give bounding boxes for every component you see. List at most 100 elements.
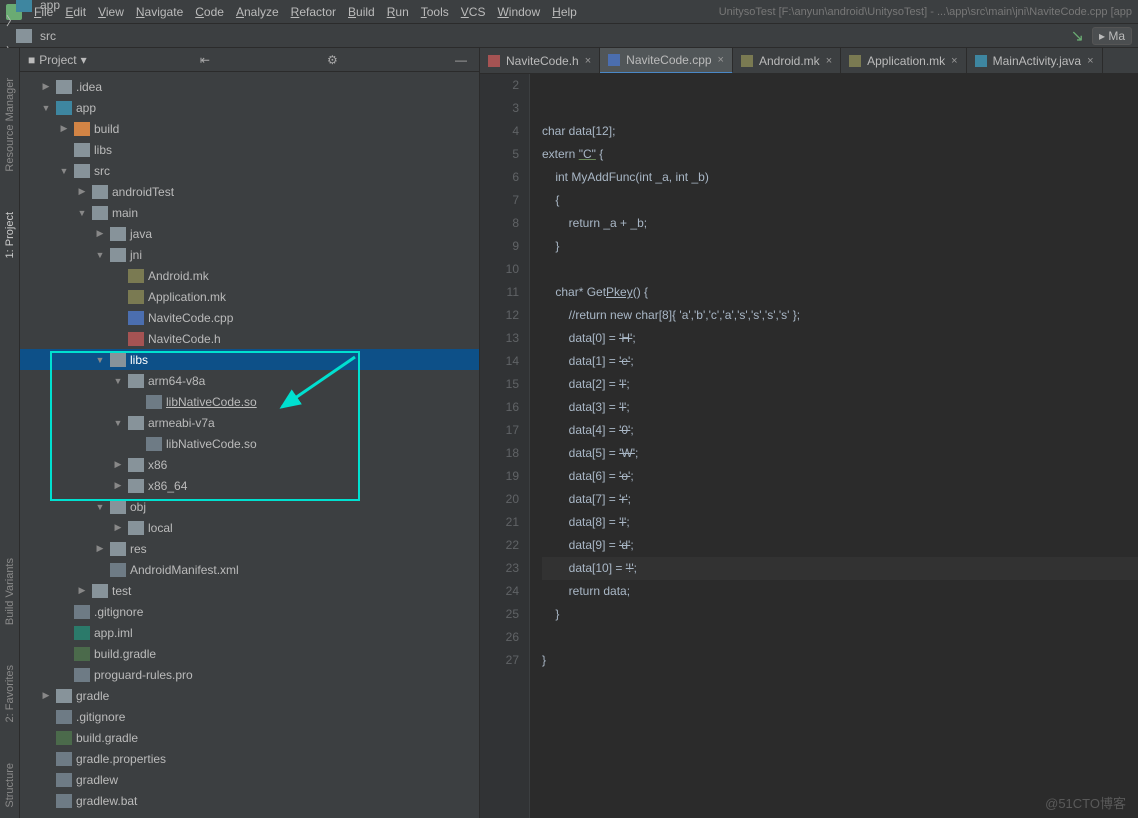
tree-node-x86-64[interactable]: x86_64 [20, 475, 479, 496]
code-line[interactable]: } [542, 235, 1138, 258]
tree-node-libnativecode-so[interactable]: libNativeCode.so [20, 433, 479, 454]
tree-arrow-icon[interactable] [112, 376, 124, 386]
tree-arrow-icon[interactable] [94, 250, 106, 260]
tree-node-res[interactable]: res [20, 538, 479, 559]
close-icon[interactable]: × [951, 55, 957, 67]
menu-vcs[interactable]: VCS [455, 3, 492, 21]
close-icon[interactable]: × [826, 55, 832, 67]
tool-build-variants[interactable]: Build Variants [4, 558, 16, 625]
tree-arrow-icon[interactable] [112, 418, 124, 428]
tool-structure[interactable]: Structure [4, 763, 16, 808]
run-icon[interactable]: ↘ [1063, 26, 1092, 46]
tree-node-navitecode-cpp[interactable]: NaviteCode.cpp [20, 307, 479, 328]
tree-node-libs[interactable]: libs [20, 139, 479, 160]
tree-node-app-iml[interactable]: app.iml [20, 622, 479, 643]
code-line[interactable]: data[3] = 'l'; [542, 396, 1138, 419]
code-line[interactable]: int MyAddFunc(int _a, int _b) [542, 166, 1138, 189]
tab-navitecode-cpp[interactable]: NaviteCode.cpp× [600, 48, 733, 74]
code-line[interactable] [542, 258, 1138, 281]
crumb-src[interactable]: src [6, 29, 108, 43]
code-line[interactable]: data[9] = 'd'; [542, 534, 1138, 557]
menu-tools[interactable]: Tools [415, 3, 455, 21]
menu-code[interactable]: Code [189, 3, 230, 21]
tab-android-mk[interactable]: Android.mk× [733, 48, 841, 74]
tree-node-app[interactable]: app [20, 97, 479, 118]
code-line[interactable]: data[6] = 'o'; [542, 465, 1138, 488]
tree-arrow-icon[interactable] [58, 123, 70, 134]
tree-node--gitignore[interactable]: .gitignore [20, 706, 479, 727]
tree-arrow-icon[interactable] [112, 480, 124, 491]
tool-favorites[interactable]: 2: Favorites [4, 665, 16, 722]
project-panel-title[interactable]: ■ Project ▾ [28, 53, 87, 67]
tree-node-obj[interactable]: obj [20, 496, 479, 517]
tree-node-libnativecode-so[interactable]: libNativeCode.so [20, 391, 479, 412]
menu-navigate[interactable]: Navigate [130, 3, 189, 21]
crumb-app[interactable]: app [6, 0, 108, 12]
tree-arrow-icon[interactable] [112, 522, 124, 533]
tree-arrow-icon[interactable] [94, 355, 106, 365]
tree-node-build-gradle[interactable]: build.gradle [20, 643, 479, 664]
menu-analyze[interactable]: Analyze [230, 3, 285, 21]
code-line[interactable]: return data; [542, 580, 1138, 603]
code-line[interactable]: data[1] = 'e'; [542, 350, 1138, 373]
tree-arrow-icon[interactable] [94, 543, 106, 554]
tree-node-test[interactable]: test [20, 580, 479, 601]
code-line[interactable]: char data[12]; [542, 120, 1138, 143]
code-line[interactable] [542, 626, 1138, 649]
tree-arrow-icon[interactable] [40, 690, 52, 701]
tree-node-androidmanifest-xml[interactable]: AndroidManifest.xml [20, 559, 479, 580]
menu-run[interactable]: Run [381, 3, 415, 21]
tree-node-libs[interactable]: libs [20, 349, 479, 370]
tree-node-armeabi-v7a[interactable]: armeabi-v7a [20, 412, 479, 433]
tree-arrow-icon[interactable] [58, 166, 70, 176]
tree-node-proguard-rules-pro[interactable]: proguard-rules.pro [20, 664, 479, 685]
tree-arrow-icon[interactable] [94, 228, 106, 239]
code-body[interactable]: char data[12];extern "C" { int MyAddFunc… [530, 74, 1138, 818]
run-config-button[interactable]: ▸ Ma [1092, 27, 1132, 45]
tree-node-gradle[interactable]: gradle [20, 685, 479, 706]
tree-node-navitecode-h[interactable]: NaviteCode.h [20, 328, 479, 349]
close-icon[interactable]: × [585, 55, 591, 67]
tree-node-jni[interactable]: jni [20, 244, 479, 265]
code-line[interactable]: data[8] = 'l'; [542, 511, 1138, 534]
code-line[interactable]: data[10] = '!'; [542, 557, 1138, 580]
tree-arrow-icon[interactable] [76, 208, 88, 218]
tool-project[interactable]: 1: Project [4, 212, 16, 258]
code-line[interactable]: data[5] = 'W'; [542, 442, 1138, 465]
code-line[interactable]: data[2] = 'l'; [542, 373, 1138, 396]
tree-node-src[interactable]: src [20, 160, 479, 181]
gear-icon[interactable]: ⚙ [323, 53, 342, 67]
tree-node-gradlew-bat[interactable]: gradlew.bat [20, 790, 479, 811]
code-line[interactable]: //return new char[8]{ 'a','b','c','a','s… [542, 304, 1138, 327]
menu-window[interactable]: Window [491, 3, 546, 21]
code-line[interactable]: data[4] = '0'; [542, 419, 1138, 442]
tool-resource-manager[interactable]: Resource Manager [4, 78, 16, 172]
tree-node-main[interactable]: main [20, 202, 479, 223]
code-line[interactable] [542, 97, 1138, 120]
tree-arrow-icon[interactable] [76, 585, 88, 596]
code-line[interactable]: extern "C" { [542, 143, 1138, 166]
code-line[interactable]: char* GetPkey() { [542, 281, 1138, 304]
collapse-icon[interactable]: ⇤ [196, 53, 214, 67]
tree-node-local[interactable]: local [20, 517, 479, 538]
tree-arrow-icon[interactable] [76, 186, 88, 197]
tree-node-build[interactable]: build [20, 118, 479, 139]
tab-application-mk[interactable]: Application.mk× [841, 48, 966, 74]
tree-arrow-icon[interactable] [40, 81, 52, 92]
code-line[interactable]: data[7] = 'r'; [542, 488, 1138, 511]
project-tree[interactable]: .ideaappbuildlibssrcandroidTestmainjavaj… [20, 72, 479, 818]
tree-node-gradlew[interactable]: gradlew [20, 769, 479, 790]
tree-node--idea[interactable]: .idea [20, 76, 479, 97]
code-line[interactable]: return _a + _b; [542, 212, 1138, 235]
menu-build[interactable]: Build [342, 3, 381, 21]
tree-node-x86[interactable]: x86 [20, 454, 479, 475]
tree-arrow-icon[interactable] [112, 459, 124, 470]
code-line[interactable]: data[0] = 'H'; [542, 327, 1138, 350]
tree-node-application-mk[interactable]: Application.mk [20, 286, 479, 307]
tree-node-build-gradle[interactable]: build.gradle [20, 727, 479, 748]
menu-help[interactable]: Help [546, 3, 583, 21]
code-line[interactable] [542, 74, 1138, 97]
menu-refactor[interactable]: Refactor [285, 3, 342, 21]
tree-arrow-icon[interactable] [40, 103, 52, 113]
code-editor[interactable]: 2345678910111213141516171819202122232425… [480, 74, 1138, 818]
